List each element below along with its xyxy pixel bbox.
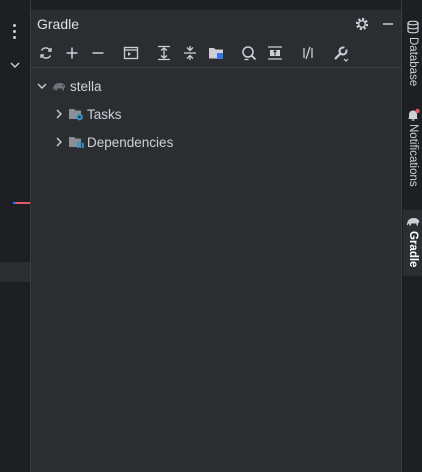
tree-label-dependencies: Dependencies: [87, 135, 174, 150]
chevron-down-icon[interactable]: [8, 58, 22, 72]
collapse-all-icon[interactable]: [181, 44, 199, 62]
panel-title: Gradle: [37, 16, 80, 32]
notifications-label: Notifications: [407, 124, 419, 187]
top-editor-edge: [31, 0, 401, 6]
chevron-right-icon[interactable]: [52, 135, 66, 149]
right-tool-strip: Database Notifications Gradle: [401, 0, 422, 472]
left-selection-highlight: [0, 262, 30, 282]
reload-all-icon[interactable]: [37, 44, 55, 62]
open-folder-icon[interactable]: [207, 44, 225, 62]
tasks-folder-icon: [68, 106, 84, 122]
database-label: Database: [407, 37, 419, 87]
dependencies-folder-icon: [68, 134, 84, 150]
add-project-icon[interactable]: [63, 44, 81, 62]
gradle-tool-window: Gradle stella Tasks Dependencies: [31, 10, 401, 472]
remove-project-icon[interactable]: [89, 44, 107, 62]
gradle-project-tree: stella Tasks Dependencies: [31, 72, 401, 156]
gear-icon[interactable]: [354, 16, 370, 32]
notifications-tool-button[interactable]: Notifications: [404, 106, 422, 196]
bell-icon: [406, 108, 420, 122]
project-name: stella: [70, 79, 102, 94]
chevron-down-icon[interactable]: [35, 79, 49, 93]
minimize-icon[interactable]: [380, 16, 396, 32]
database-tool-button[interactable]: Database: [404, 18, 422, 92]
tree-label-tasks: Tasks: [87, 107, 122, 122]
tree-row-dependencies[interactable]: Dependencies: [31, 128, 401, 156]
chevron-right-icon[interactable]: [52, 107, 66, 121]
settings-wrench-icon[interactable]: [332, 44, 350, 62]
analyze-dependencies-icon[interactable]: [240, 44, 258, 62]
toolbar-divider: [31, 67, 401, 68]
more-options-icon[interactable]: [12, 24, 18, 40]
toggle-offline-icon[interactable]: [266, 44, 284, 62]
database-icon: [406, 20, 420, 34]
panel-header: Gradle: [31, 10, 401, 38]
tree-row-tasks[interactable]: Tasks: [31, 100, 401, 128]
gradle-label: Gradle: [407, 231, 419, 268]
build-scripts-icon[interactable]: [299, 44, 317, 62]
expand-all-icon[interactable]: [155, 44, 173, 62]
error-marker-red: [16, 202, 30, 204]
gradle-tool-button[interactable]: Gradle: [404, 212, 422, 274]
gradle-elephant-icon: [51, 78, 67, 94]
tree-row-project[interactable]: stella: [31, 72, 401, 100]
left-tool-strip: [0, 0, 31, 472]
gradle-toolbar: [31, 40, 401, 66]
gradle-elephant-icon: [405, 214, 421, 228]
run-task-icon[interactable]: [122, 44, 140, 62]
